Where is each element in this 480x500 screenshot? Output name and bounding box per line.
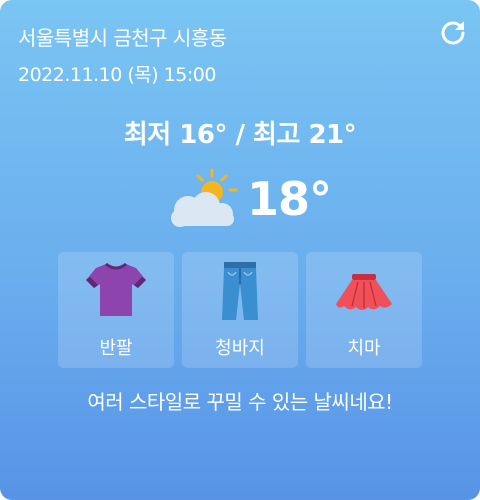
tshirt-icon: [86, 262, 146, 316]
partly-cloudy-icon: [171, 168, 238, 227]
outfit-item-jeans[interactable]: 청바지: [182, 252, 298, 368]
refresh-button[interactable]: [437, 17, 469, 49]
outfit-item-skirt[interactable]: 치마: [306, 252, 422, 368]
outfit-label: 반팔: [99, 338, 133, 359]
weather-card: 서울특별시 금천구 시흥동 2022.11.10 (목) 15:00 최저 16…: [0, 0, 480, 500]
outfit-item-tshirt[interactable]: 반팔: [58, 252, 174, 368]
outfit-label: 치마: [347, 338, 381, 359]
outfit-label: 청바지: [215, 338, 265, 359]
jeans-icon: [222, 262, 258, 320]
outfit-recommendations: 반팔 청바지 치마: [58, 252, 423, 368]
current-temperature: 18°: [247, 172, 332, 226]
min-max-temperature: 최저 16° / 최고 21°: [123, 120, 357, 150]
skirt-icon: [336, 274, 392, 310]
weather-message: 여러 스타일로 꾸밀 수 있는 날씨네요!: [87, 390, 393, 414]
refresh-icon: [441, 21, 465, 45]
location-label: 서울특별시 금천구 시흥동: [18, 26, 227, 50]
datetime-label: 2022.11.10 (목) 15:00: [18, 64, 216, 86]
